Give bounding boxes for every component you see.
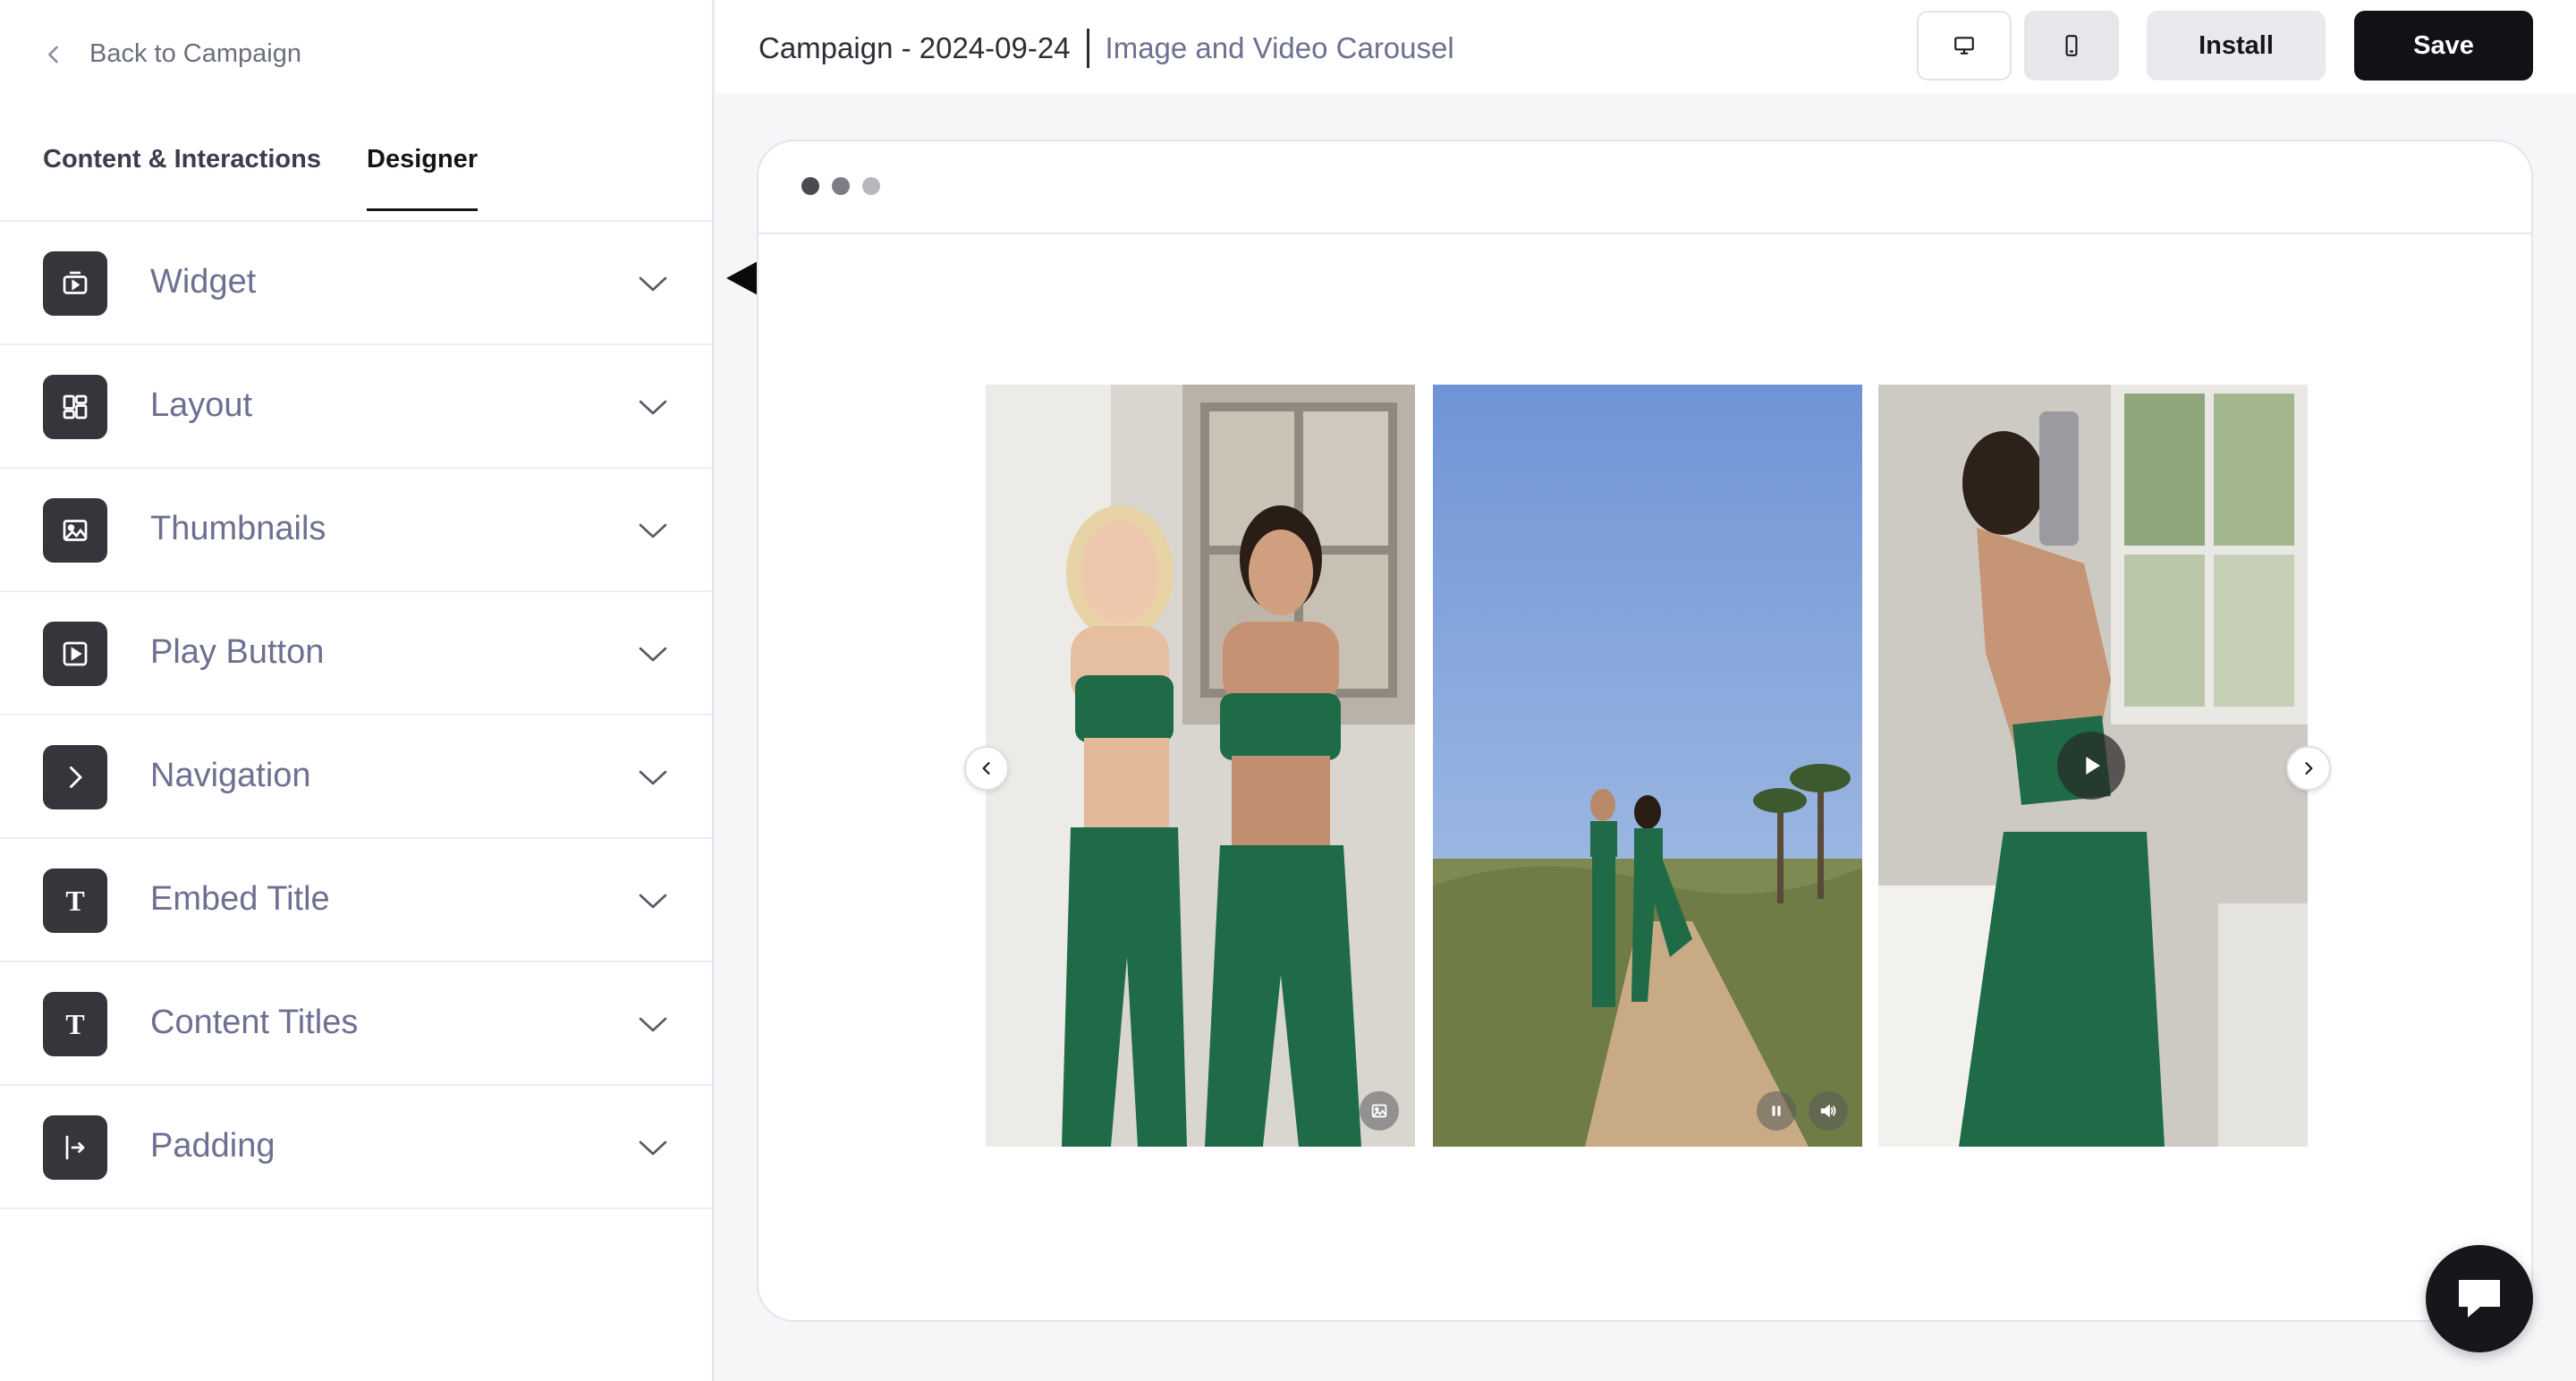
image-type-badge xyxy=(1360,1091,1399,1131)
section-label: Thumbnails xyxy=(150,510,326,547)
chevron-down-icon xyxy=(639,400,667,415)
text-t-icon: T xyxy=(43,992,107,1056)
volume-button[interactable] xyxy=(1809,1091,1848,1131)
tab-content-interactions[interactable]: Content & Interactions xyxy=(43,145,321,208)
section-label: Play Button xyxy=(150,633,325,671)
play-button[interactable] xyxy=(2057,732,2125,800)
chevron-down-icon xyxy=(639,276,667,292)
image-icon xyxy=(43,498,107,563)
chat-support-button[interactable] xyxy=(2426,1245,2533,1352)
chevron-down-icon xyxy=(639,1017,667,1032)
section-label: Embed Title xyxy=(150,880,330,918)
section-embed-title[interactable]: T Embed Title xyxy=(0,839,712,962)
designer-sections: Widget Layout Thumbnails Play Button Nav… xyxy=(0,222,712,1209)
play-icon xyxy=(2086,757,2100,775)
chevron-right-icon xyxy=(2305,762,2313,775)
desktop-icon xyxy=(1954,37,1974,55)
padding-icon xyxy=(43,1115,107,1180)
pause-button[interactable] xyxy=(1757,1091,1796,1131)
campaign-title[interactable]: Campaign - 2024-09-24 xyxy=(758,31,1071,65)
preview-window-chrome xyxy=(758,141,2531,234)
widget-icon xyxy=(43,251,107,316)
widget-preview xyxy=(757,140,2533,1322)
section-padding[interactable]: Padding xyxy=(0,1086,712,1209)
carousel-item-video[interactable] xyxy=(1878,385,2308,1147)
save-button[interactable]: Save xyxy=(2354,11,2533,80)
section-label: Padding xyxy=(150,1127,275,1165)
section-play-button[interactable]: Play Button xyxy=(0,592,712,716)
chevron-down-icon xyxy=(639,1140,667,1156)
chevron-down-icon xyxy=(639,647,667,662)
text-t-icon: T xyxy=(43,868,107,933)
play-square-icon xyxy=(43,622,107,686)
page-title: Campaign - 2024-09-24 Image and Video Ca… xyxy=(758,29,1454,68)
chevron-down-icon xyxy=(639,523,667,538)
editor-header: Campaign - 2024-09-24 Image and Video Ca… xyxy=(716,0,2576,93)
section-navigation[interactable]: Navigation xyxy=(0,716,712,839)
carousel-item-video[interactable] xyxy=(1433,385,1862,1147)
chevron-left-icon xyxy=(48,46,58,63)
section-label: Widget xyxy=(150,263,257,301)
chevron-down-icon xyxy=(639,894,667,909)
window-dot xyxy=(801,177,819,195)
section-label: Navigation xyxy=(150,757,311,794)
chevron-left-icon xyxy=(982,762,990,775)
carousel-prev-button[interactable] xyxy=(964,746,1009,791)
chat-icon xyxy=(2459,1280,2500,1317)
image-icon xyxy=(1371,1104,1387,1118)
section-content-titles[interactable]: T Content Titles xyxy=(0,962,712,1086)
section-thumbnails[interactable]: Thumbnails xyxy=(0,469,712,592)
sidebar-tabs: Content & Interactions Designer xyxy=(0,125,712,222)
designer-sidebar: Back to Campaign Content & Interactions … xyxy=(0,0,714,1381)
layout-icon xyxy=(43,375,107,439)
widget-name[interactable]: Image and Video Carousel xyxy=(1106,31,1454,65)
chevron-right-icon xyxy=(43,745,107,809)
install-button[interactable]: Install xyxy=(2147,11,2326,80)
section-label: Content Titles xyxy=(150,1004,359,1041)
carousel-item-image[interactable] xyxy=(986,385,1415,1147)
volume-icon xyxy=(1820,1104,1836,1118)
carousel-photo xyxy=(986,385,1415,1147)
pause-icon xyxy=(1772,1106,1781,1116)
section-widget[interactable]: Widget xyxy=(0,222,712,345)
window-dot xyxy=(862,177,880,195)
carousel-video-frame xyxy=(1433,385,1862,1147)
mobile-icon xyxy=(2065,35,2078,56)
carousel-next-button[interactable] xyxy=(2286,746,2331,791)
back-to-campaign-link[interactable]: Back to Campaign xyxy=(41,39,301,69)
mobile-view-button[interactable] xyxy=(2024,11,2119,80)
chevron-down-icon xyxy=(639,770,667,785)
desktop-view-button[interactable] xyxy=(1917,11,2012,80)
section-label: Layout xyxy=(150,386,253,424)
back-label: Back to Campaign xyxy=(89,39,301,68)
section-layout[interactable]: Layout xyxy=(0,345,712,469)
window-dot xyxy=(832,177,850,195)
tab-designer[interactable]: Designer xyxy=(367,145,479,211)
title-divider xyxy=(1086,29,1089,68)
